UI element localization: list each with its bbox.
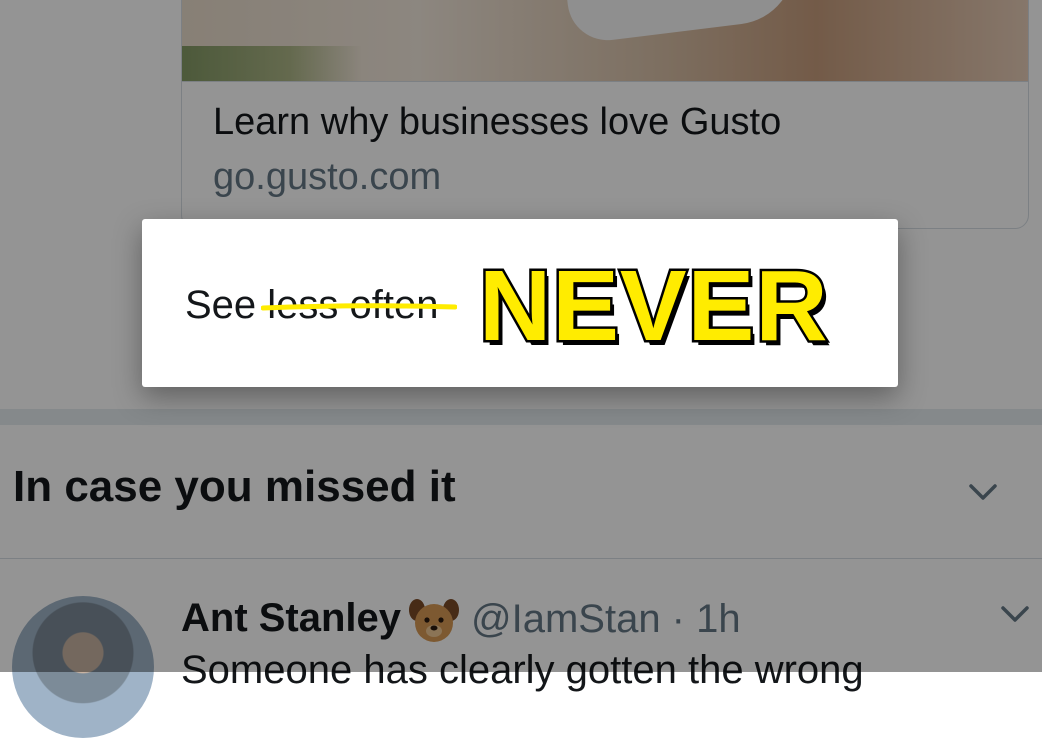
see-less-often-menu-item[interactable]: See less often NEVER: [142, 219, 898, 387]
never-annotation: NEVER: [477, 248, 831, 365]
strikethrough-mark: [261, 303, 457, 311]
see-label: See: [185, 283, 257, 327]
tweet-options-popup: See less often NEVER: [142, 219, 898, 387]
